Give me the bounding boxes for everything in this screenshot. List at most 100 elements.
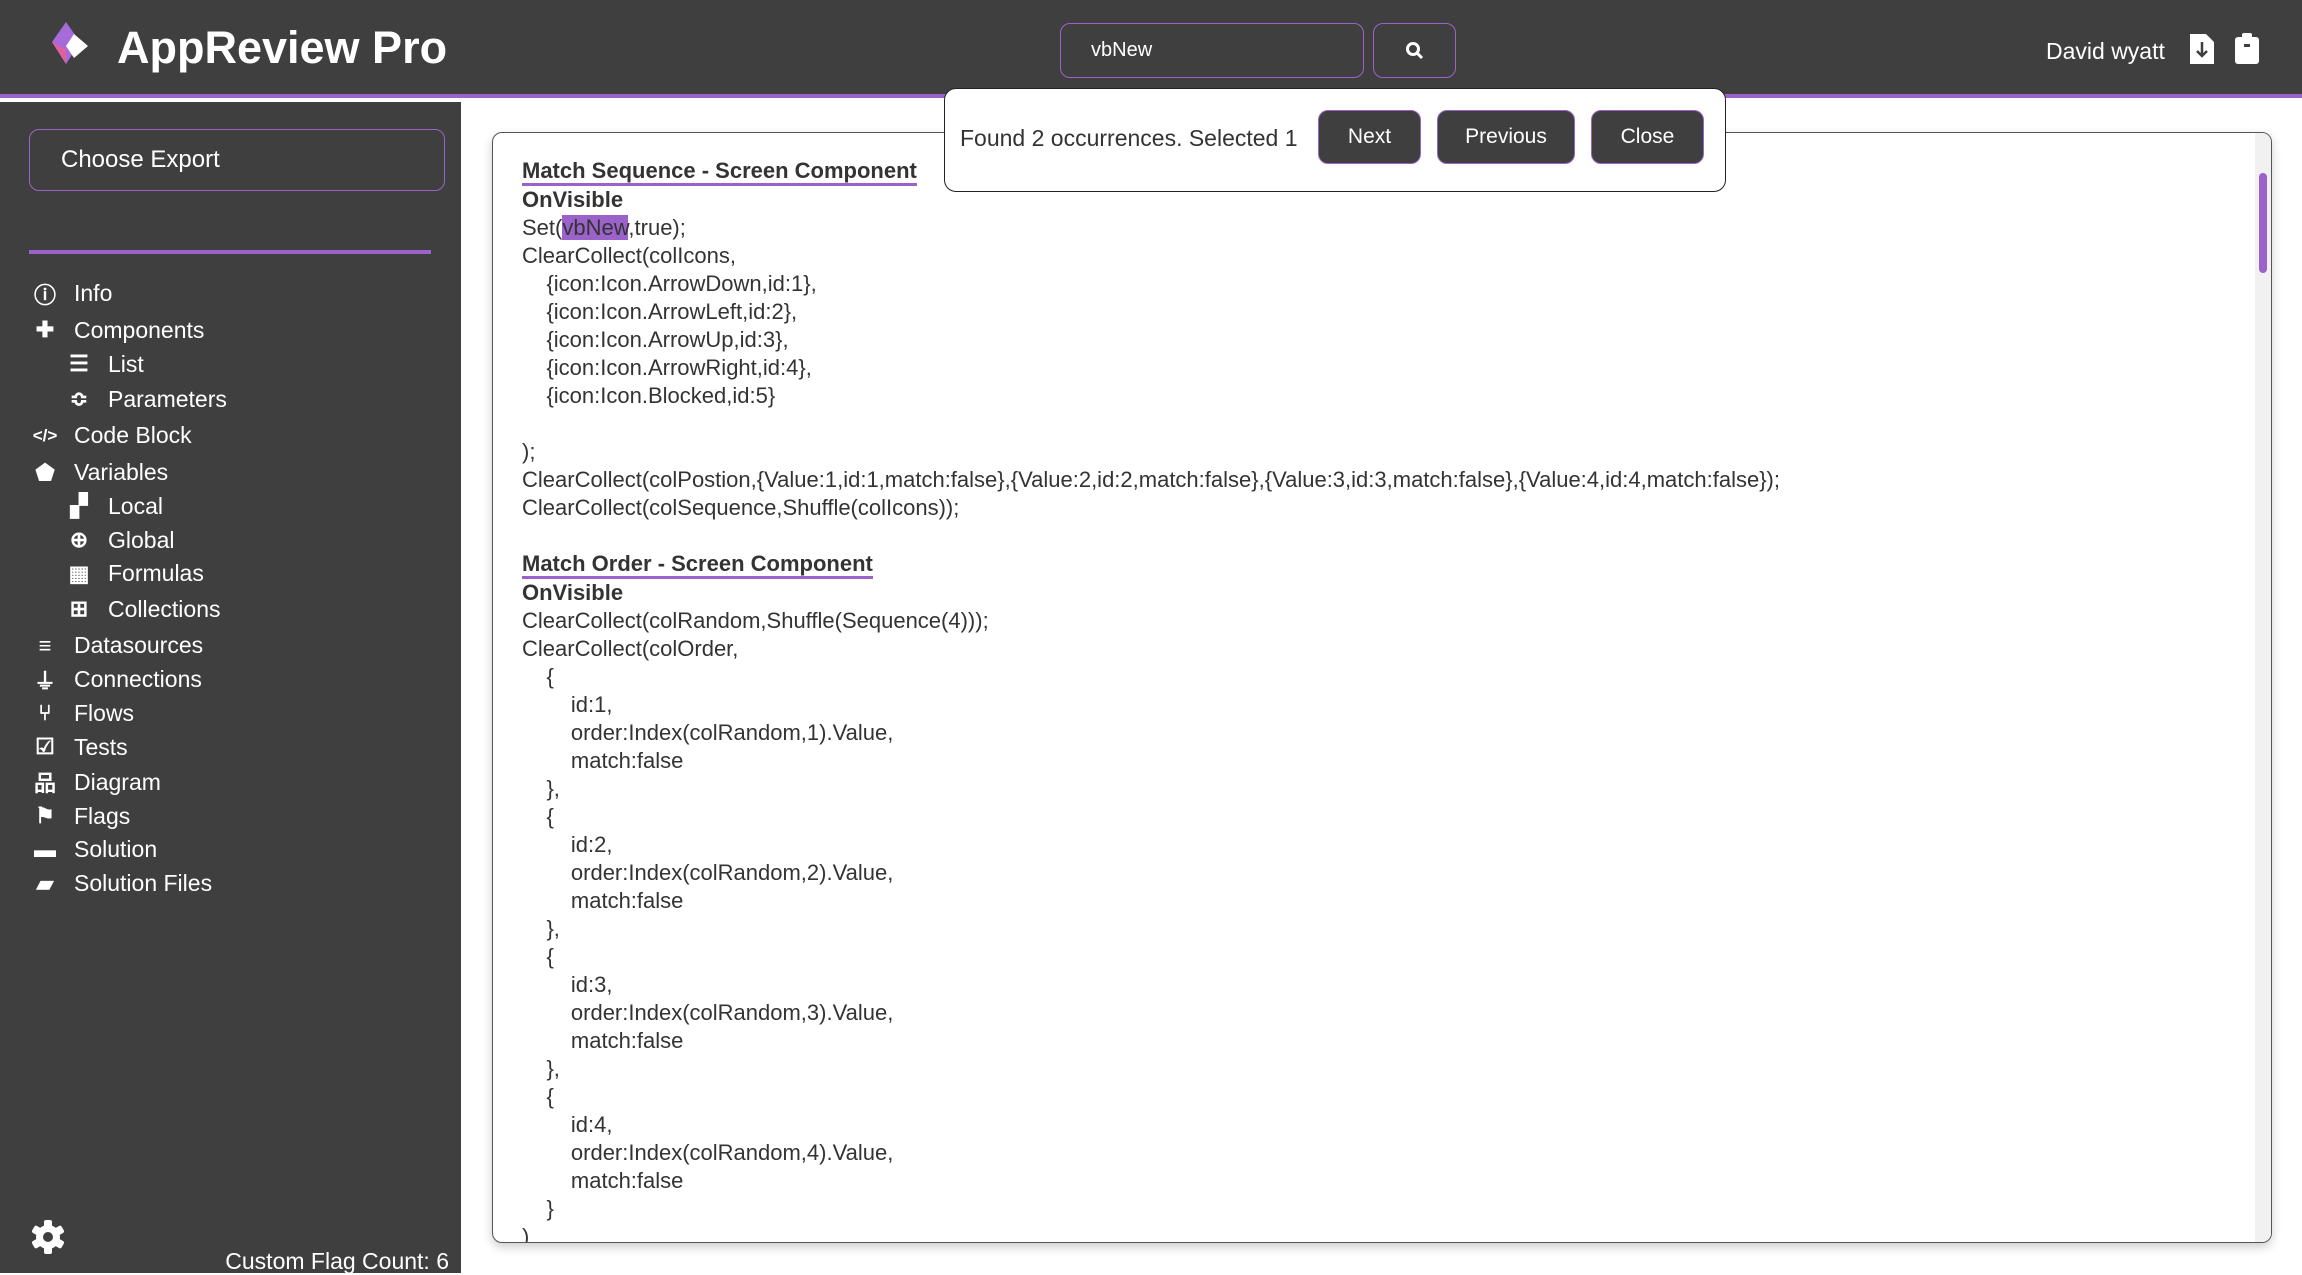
folder-open-icon: ▰: [36, 870, 54, 896]
code-line: id:2,: [522, 832, 613, 857]
sliders-icon: ≎: [69, 386, 89, 412]
flow-icon: ⑂: [38, 700, 52, 726]
flag-icon: ⚑: [35, 803, 55, 829]
previous-button[interactable]: Previous: [1437, 110, 1575, 164]
code-line: },: [522, 916, 560, 941]
sidebar-item-label: Solution: [74, 836, 158, 863]
sidebar-item-label: Solution Files: [74, 870, 213, 897]
find-popup: Found 2 occurrences. Selected 1 Next Pre…: [944, 88, 1726, 192]
sidebar-item-info[interactable]: ⓘ Info: [30, 278, 112, 310]
sidebar-item-collections[interactable]: ⊞ Collections: [64, 593, 221, 625]
sidebar-item-flows[interactable]: ⑂ Flows: [30, 697, 134, 729]
custom-flag-count: Custom Flag Count: 6: [225, 1248, 449, 1274]
gear-icon[interactable]: [30, 1219, 66, 1255]
code-line: ClearCollect(colSequence,Shuffle(colIcon…: [522, 495, 960, 520]
globe-icon: ⊕: [69, 527, 89, 553]
sidebar-item-flags[interactable]: ⚑ Flags: [30, 800, 130, 832]
sidebar-item-label: Components: [74, 316, 205, 343]
sidebar-item-diagram[interactable]: 品 Diagram: [30, 766, 161, 798]
sidebar-item-label: Collections: [108, 595, 221, 622]
list-icon: ☰: [69, 351, 89, 377]
code-line: ): [522, 1224, 530, 1243]
code-text: Set(: [522, 215, 563, 240]
sidebar-item-connections[interactable]: ⏚ Connections: [30, 664, 202, 696]
tag-icon: ⬟: [35, 459, 55, 485]
sidebar-item-label: Flows: [74, 699, 135, 726]
code-content: Match Sequence - Screen Component OnVisib…: [522, 157, 1780, 1243]
sidebar-item-components[interactable]: ✚ Components: [30, 314, 205, 346]
checkbox-icon: ☑: [35, 734, 55, 760]
database-icon: ≡: [38, 632, 52, 658]
section-title: Match Sequence - Screen Component: [522, 159, 917, 186]
search-button[interactable]: [1373, 23, 1456, 78]
code-line: ClearCollect(colOrder,: [522, 636, 739, 661]
code-line: {icon:Icon.Blocked,id:5}: [522, 383, 776, 408]
code-line: ClearCollect(colRandom,Shuffle(Sequence(…: [522, 608, 989, 633]
code-line: {: [522, 944, 554, 969]
scrollbar[interactable]: [2255, 133, 2271, 1242]
code-line: order:Index(colRandom,4).Value,: [522, 1140, 894, 1165]
sidebar-item-label: Local: [108, 492, 163, 519]
sidebar-divider: [29, 250, 431, 254]
sidebar-item-tests[interactable]: ☑ Tests: [30, 731, 128, 763]
code-line: {icon:Icon.ArrowUp,id:3},: [522, 327, 789, 352]
box-icon: ▬: [34, 836, 56, 862]
table-icon: ⊞: [69, 596, 89, 622]
sidebar-item-label: Info: [74, 280, 113, 307]
sidebar-item-formulas[interactable]: ▦ Formulas: [64, 558, 204, 590]
code-line: {icon:Icon.ArrowLeft,id:2},: [522, 299, 798, 324]
code-line: order:Index(colRandom,1).Value,: [522, 720, 894, 745]
code-line: match:false: [522, 1028, 684, 1053]
search-icon: [1405, 41, 1423, 59]
search-input[interactable]: [1060, 23, 1364, 78]
code-line: match:false: [522, 888, 684, 913]
sidebar-item-global[interactable]: ⊕ Global: [64, 524, 175, 556]
clipboard-icon[interactable]: [2235, 32, 2259, 64]
sidebar-item-label: Tests: [74, 733, 128, 760]
code-line: );: [522, 439, 536, 464]
sidebar-item-solution-files[interactable]: ▰ Solution Files: [30, 868, 213, 900]
sidebar-item-local[interactable]: ▞ Local: [64, 490, 163, 522]
code-line: id:4,: [522, 1112, 613, 1137]
code-line: order:Index(colRandom,3).Value,: [522, 1000, 894, 1025]
sidebar: Choose Export ⓘ Info ✚ Components ☰ List ≎ Para…: [0, 102, 461, 1274]
code-line: {icon:Icon.ArrowRight,id:4},: [522, 355, 812, 380]
info-icon: ⓘ: [33, 282, 56, 308]
code-icon: </>: [32, 425, 58, 445]
code-line: },: [522, 1056, 560, 1081]
code-line: {: [522, 804, 554, 829]
file-download-icon[interactable]: [2190, 32, 2214, 64]
app-title: AppReview Pro: [117, 22, 448, 73]
code-line: {: [522, 1084, 554, 1109]
section-event: OnVisible: [522, 580, 624, 605]
sidebar-item-datasources[interactable]: ≡ Datasources: [30, 630, 204, 662]
app-header: AppReview Pro David wyatt: [0, 0, 2302, 98]
sidebar-item-variables[interactable]: ⬟ Variables: [30, 457, 168, 489]
sidebar-item-solution[interactable]: ▬ Solution: [30, 834, 157, 866]
sidebar-item-label: Datasources: [74, 632, 204, 659]
close-button[interactable]: Close: [1591, 110, 1704, 164]
next-button[interactable]: Next: [1318, 110, 1421, 164]
find-status: Found 2 occurrences. Selected 1: [960, 125, 1298, 151]
code-line: id:1,: [522, 692, 613, 717]
sidebar-item-parameters[interactable]: ≎ Parameters: [64, 383, 227, 415]
sidebar-item-label: Diagram: [74, 768, 161, 795]
sidebar-item-list[interactable]: ☰ List: [64, 348, 144, 380]
scrollbar-thumb[interactable]: [2259, 173, 2267, 273]
code-line: Set(vbNew,true);: [522, 214, 1780, 242]
code-line: match:false: [522, 748, 684, 773]
sidebar-item-label: Global: [108, 526, 175, 553]
plug-icon: ⏚: [33, 668, 56, 694]
code-line: id:3,: [522, 972, 613, 997]
code-line: }: [522, 1196, 554, 1221]
sidebar-item-code-block[interactable]: </> Code Block: [30, 420, 192, 452]
user-name: David wyatt: [2046, 38, 2165, 64]
calculator-icon: ▦: [68, 560, 90, 586]
code-line: order:Index(colRandom,2).Value,: [522, 860, 894, 885]
sitemap-icon: 品: [33, 771, 56, 797]
search-highlight: vbNew: [562, 215, 629, 240]
sidebar-item-label: Code Block: [74, 422, 192, 449]
choose-export-button[interactable]: Choose Export: [29, 129, 445, 191]
